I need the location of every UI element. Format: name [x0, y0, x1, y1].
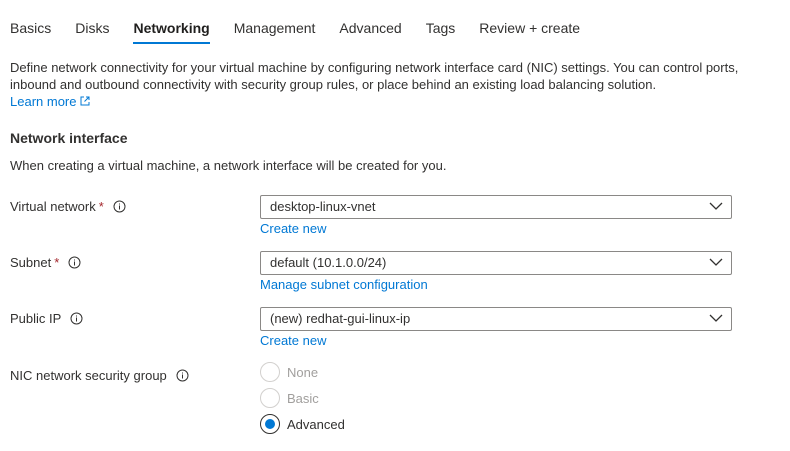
tab-basics[interactable]: Basics	[10, 0, 51, 44]
info-icon[interactable]	[70, 312, 83, 325]
radio-advanced[interactable]	[260, 414, 280, 434]
radio-basic-label: Basic	[287, 390, 319, 406]
public-ip-select[interactable]: (new) redhat-gui-linux-ip	[260, 307, 732, 331]
virtual-network-label: Virtual network *	[10, 199, 126, 214]
create-new-public-ip-link[interactable]: Create new	[260, 333, 326, 348]
external-link-icon	[80, 96, 90, 106]
radio-advanced-label: Advanced	[287, 416, 345, 432]
section-subtitle: When creating a virtual machine, a netwo…	[10, 158, 447, 173]
create-new-vnet-link[interactable]: Create new	[260, 221, 326, 236]
nsg-option-none[interactable]: None	[260, 362, 318, 382]
chevron-down-icon	[709, 202, 723, 210]
tab-review-create[interactable]: Review + create	[479, 0, 580, 44]
virtual-network-select[interactable]: desktop-linux-vnet	[260, 195, 732, 219]
info-icon[interactable]	[68, 256, 81, 269]
nsg-option-basic[interactable]: Basic	[260, 388, 319, 408]
tab-networking[interactable]: Networking	[133, 0, 210, 44]
chevron-down-icon	[709, 258, 723, 266]
public-ip-label-text: Public IP	[10, 311, 62, 326]
chevron-down-icon	[709, 314, 723, 322]
info-icon[interactable]	[113, 200, 126, 213]
radio-none[interactable]	[260, 362, 280, 382]
tab-management[interactable]: Management	[234, 0, 316, 44]
intro-text: Define network connectivity for your vir…	[10, 60, 739, 92]
subnet-select[interactable]: default (10.1.0.0/24)	[260, 251, 732, 275]
tab-advanced[interactable]: Advanced	[339, 0, 401, 44]
tab-tags[interactable]: Tags	[426, 0, 456, 44]
subnet-value: default (10.1.0.0/24)	[270, 255, 387, 270]
radio-none-label: None	[287, 364, 319, 380]
tab-bar: Basics Disks Networking Management Advan…	[10, 0, 604, 44]
nic-nsg-label-text: NIC network security group	[10, 368, 167, 383]
intro-description: Define network connectivity for your vir…	[10, 59, 740, 110]
subnet-label: Subnet *	[10, 255, 81, 270]
info-icon[interactable]	[176, 369, 189, 382]
learn-more-label: Learn more	[10, 94, 77, 109]
section-title: Network interface	[10, 130, 128, 146]
manage-subnet-link[interactable]: Manage subnet configuration	[260, 277, 428, 292]
radio-basic[interactable]	[260, 388, 280, 408]
public-ip-label: Public IP	[10, 311, 83, 326]
tab-disks[interactable]: Disks	[75, 0, 109, 44]
public-ip-value: (new) redhat-gui-linux-ip	[270, 311, 411, 326]
virtual-network-label-text: Virtual network	[10, 199, 96, 214]
required-marker: *	[98, 199, 104, 214]
virtual-network-value: desktop-linux-vnet	[270, 199, 376, 214]
required-marker: *	[54, 255, 60, 270]
subnet-label-text: Subnet	[10, 255, 52, 270]
nic-nsg-label: NIC network security group	[10, 368, 189, 383]
nsg-option-advanced[interactable]: Advanced	[260, 414, 345, 434]
learn-more-link[interactable]: Learn more	[10, 94, 90, 109]
